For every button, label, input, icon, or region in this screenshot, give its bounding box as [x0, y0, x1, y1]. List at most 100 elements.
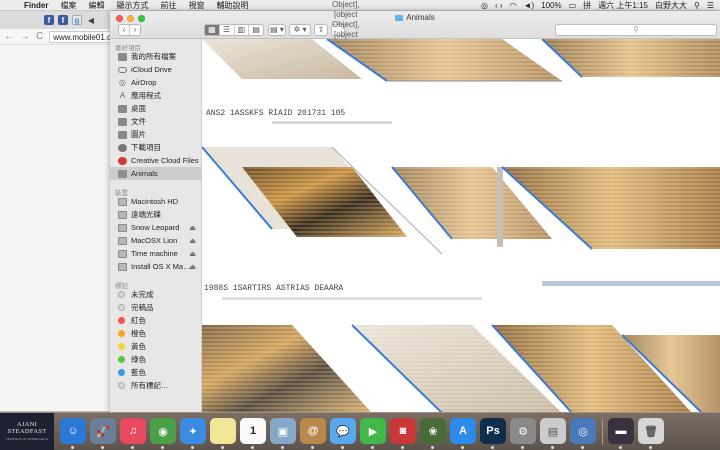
- action-button[interactable]: ✲ ▾: [289, 24, 311, 36]
- trash-icon[interactable]: 🗑: [638, 418, 664, 449]
- clock[interactable]: 週六 上午1:15: [598, 0, 648, 11]
- share-button[interactable]: ⇧: [314, 24, 328, 36]
- volume-bookmark-icon[interactable]: ◀: [86, 15, 96, 25]
- folder-stack-icon[interactable]: ▬: [608, 418, 634, 449]
- notes-icon[interactable]: [210, 418, 236, 449]
- iphoto-icon[interactable]: ❀: [420, 418, 446, 449]
- column-view-button[interactable]: ▥: [233, 25, 249, 35]
- eject-icon[interactable]: ⏏: [189, 224, 196, 232]
- file-browser-content[interactable]: ANS2 1ASSKFS RIAID 201731 105 1988S 1SAR…: [202, 39, 720, 413]
- search-icon: ⚲: [633, 25, 639, 34]
- finder-icon[interactable]: ☺: [60, 418, 86, 449]
- sidebar-item-all-files[interactable]: 我的所有檔案: [110, 50, 201, 63]
- volume-icon[interactable]: ◄): [524, 1, 535, 10]
- sidebar-item-label: iCloud Drive: [131, 65, 172, 74]
- sidebar-item-label: 桌面: [131, 104, 146, 113]
- photo-booth-icon[interactable]: ◙: [390, 418, 416, 449]
- launchpad-icon[interactable]: 🚀: [90, 418, 116, 449]
- photoshop-icon[interactable]: Ps: [480, 418, 506, 449]
- reload-icon[interactable]: C: [36, 31, 43, 42]
- forward-icon[interactable]: →: [20, 31, 30, 42]
- sidebar-item-label: 應用程式: [131, 91, 161, 100]
- app-store-icon[interactable]: A: [450, 418, 476, 449]
- sidebar-tag-item[interactable]: 所有標記…: [110, 379, 201, 392]
- menu-view[interactable]: 顯示方式: [110, 0, 154, 11]
- facebook-bookmark-icon[interactable]: f: [58, 15, 68, 25]
- sidebar-item-downloads[interactable]: 下載項目: [110, 141, 201, 154]
- sidebar-item-macintosh-hd[interactable]: Macintosh HD: [110, 195, 201, 208]
- contacts-icon[interactable]: @: [300, 418, 326, 449]
- sidebar-item-icloud-drive[interactable]: iCloud Drive: [110, 63, 201, 76]
- calendar-icon[interactable]: 1: [240, 418, 266, 449]
- sidebar-item-label: 圖片: [131, 130, 146, 139]
- input-method[interactable]: 拼: [583, 0, 591, 11]
- eject-icon[interactable]: ⏏: [189, 237, 196, 245]
- tags-header: 標記: [115, 283, 128, 290]
- sidebar-item-airdrop[interactable]: ◎ AirDrop: [110, 76, 201, 89]
- messages-icon[interactable]: 💬: [330, 418, 356, 449]
- icon-view-button[interactable]: ▦: [205, 25, 219, 35]
- eject-icon[interactable]: ⏏: [189, 250, 196, 258]
- list-view-button[interactable]: ☰: [218, 25, 234, 35]
- chrome-icon[interactable]: ◉: [150, 418, 176, 449]
- coverflow-view-button[interactable]: ▤: [248, 25, 263, 35]
- sidebar-tag-item[interactable]: 完稿品: [110, 301, 201, 314]
- sidebar-tag-item[interactable]: 藍色: [110, 366, 201, 379]
- window-title-text: Animals: [406, 13, 435, 22]
- sidebar-item-desktop[interactable]: 桌面: [110, 102, 201, 115]
- nav-arrows-icon[interactable]: ‹ ›: [495, 1, 503, 10]
- sidebar-tag-item[interactable]: 黃色: [110, 340, 201, 353]
- sidebar-tag-item[interactable]: 未完成: [110, 288, 201, 301]
- view-switcher: ▦ ☰ ▥ ▤: [204, 24, 264, 36]
- creative-cloud-icon: [118, 156, 127, 165]
- spotlight-icon[interactable]: ⚲: [694, 1, 700, 10]
- sidebar-item-documents[interactable]: 文件: [110, 115, 201, 128]
- tags-button[interactable]: [object Object],[object Object],[object …: [331, 0, 360, 109]
- facetime-icon[interactable]: ▶: [360, 418, 386, 449]
- safari-icon[interactable]: ✦: [180, 418, 206, 449]
- menu-help[interactable]: 輔助說明: [210, 0, 254, 11]
- sidebar-item-time-machine[interactable]: Time machine ⏏: [110, 247, 201, 260]
- sidebar-item-macosx-lion[interactable]: MacOSX Lion ⏏: [110, 234, 201, 247]
- tag-dot-icon: [118, 356, 125, 363]
- battery-percent[interactable]: 100%: [541, 1, 561, 10]
- preview-app-icon[interactable]: ▤: [540, 418, 566, 449]
- forward-button[interactable]: ›: [129, 25, 140, 35]
- tag-label: 未完成: [131, 290, 154, 299]
- notification-center-icon[interactable]: ☰: [707, 1, 714, 10]
- menu-edit[interactable]: 編輯: [82, 0, 110, 11]
- sidebar-item-snow-leopard[interactable]: Snow Leopard ⏏: [110, 221, 201, 234]
- google-bookmark-icon[interactable]: g: [72, 15, 82, 25]
- search-field[interactable]: ⚲: [555, 24, 717, 36]
- back-icon[interactable]: ←: [4, 31, 14, 42]
- system-preferences-icon[interactable]: ⚙: [510, 418, 536, 449]
- tag-label: 綠色: [131, 355, 146, 364]
- sidebar-item-applications[interactable]: A 應用程式: [110, 89, 201, 102]
- preview-icon[interactable]: ▣: [270, 418, 296, 449]
- menu-finder[interactable]: Finder: [18, 1, 54, 10]
- arrange-button[interactable]: ▤ ▾: [268, 24, 286, 36]
- user-name[interactable]: 白野大大: [655, 0, 687, 11]
- eject-icon[interactable]: ⏏: [189, 263, 196, 271]
- tag-label: 橙色: [131, 329, 146, 338]
- sidebar-item-install-osx[interactable]: Install OS X Ma… ⏏: [110, 260, 201, 273]
- sidebar-tag-item[interactable]: 橙色: [110, 327, 201, 340]
- sidebar-item-animals[interactable]: Animals: [110, 167, 201, 180]
- menu-file[interactable]: 檔案: [54, 0, 82, 11]
- creative-cloud-status-icon[interactable]: ◎: [481, 1, 488, 10]
- facebook-bookmark-icon[interactable]: f: [44, 15, 54, 25]
- sidebar-item-pictures[interactable]: 圖片: [110, 128, 201, 141]
- sidebar-tag-item[interactable]: 綠色: [110, 353, 201, 366]
- url-field[interactable]: www.mobile01.c: [49, 30, 119, 43]
- finder-window: Animals ‹ › ▦ ☰ ▥ ▤ ▤ ▾ ✲ ▾ ⇧ [object Ob…: [110, 0, 720, 413]
- sidebar-item-remote-disc[interactable]: 遠端光碟: [110, 208, 201, 221]
- network-utility-icon[interactable]: ◎: [570, 418, 596, 449]
- battery-icon[interactable]: ▭: [569, 1, 577, 10]
- itunes-icon[interactable]: ♫: [120, 418, 146, 449]
- wifi-icon[interactable]: ◠: [510, 1, 517, 10]
- back-button[interactable]: ‹: [119, 25, 129, 35]
- menu-window[interactable]: 視窗: [182, 0, 210, 11]
- sidebar-tag-item[interactable]: 紅色: [110, 314, 201, 327]
- menu-go[interactable]: 前往: [154, 0, 182, 11]
- sidebar-item-creative-cloud[interactable]: Creative Cloud Files: [110, 154, 201, 167]
